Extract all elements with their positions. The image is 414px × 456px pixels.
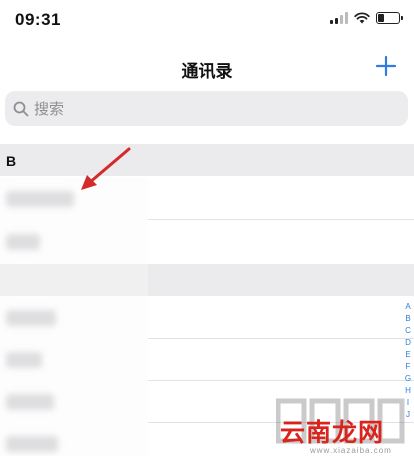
index-letter[interactable]: G	[405, 374, 411, 383]
index-letter[interactable]: I	[407, 398, 409, 407]
index-letter[interactable]: C	[405, 326, 411, 335]
watermark-site-name: 云南龙网	[280, 418, 385, 447]
index-letter[interactable]: D	[405, 338, 411, 347]
search-icon	[13, 101, 29, 116]
index-letter[interactable]: H	[405, 386, 411, 395]
row-divider	[148, 219, 414, 220]
index-letter[interactable]: A	[405, 302, 410, 311]
battery-level	[378, 14, 384, 22]
signal-icon	[330, 12, 348, 24]
annotation-arrow-icon	[81, 147, 131, 190]
section-header-b: B	[0, 144, 414, 176]
battery-icon	[376, 12, 403, 24]
search-input[interactable]: 搜索	[5, 91, 408, 126]
privacy-blur-overlay	[0, 178, 148, 456]
page-title: 通讯录	[181, 62, 233, 81]
wifi-icon	[354, 12, 370, 24]
section-letter: B	[6, 153, 17, 169]
status-bar: 09:31	[0, 0, 414, 40]
status-icons	[330, 12, 403, 24]
add-contact-button[interactable]	[372, 52, 400, 80]
index-letter[interactable]: E	[405, 350, 410, 359]
index-letter[interactable]: F	[406, 362, 411, 371]
contacts-screen: 09:31 通讯录 搜索 B A B C D E F G H I J 云南龙网 …	[0, 0, 414, 456]
index-letter[interactable]: B	[405, 314, 410, 323]
status-time: 09:31	[15, 10, 61, 29]
watermark-url: www.xiazaiba.com	[310, 446, 392, 455]
index-letter[interactable]: J	[406, 410, 410, 419]
search-placeholder: 搜索	[34, 101, 65, 118]
